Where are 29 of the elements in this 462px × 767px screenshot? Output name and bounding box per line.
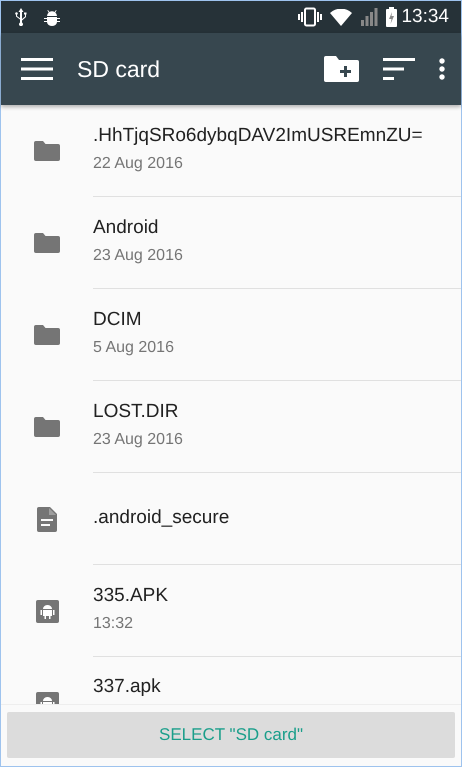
bug-icon: [43, 8, 61, 26]
file-date: 23 Aug 2016: [93, 430, 183, 450]
file-name[interactable]: DCIM: [93, 309, 142, 332]
sort-icon[interactable]: [383, 58, 415, 80]
folder-icon: [34, 325, 60, 345]
status-time: 13:34: [401, 4, 449, 29]
vibrate-icon: [298, 7, 322, 27]
usb-icon: [15, 8, 27, 26]
folder-icon: [34, 233, 60, 253]
toolbar-title: SD card: [77, 54, 160, 84]
file-name[interactable]: LOST.DIR: [93, 401, 179, 424]
folder-icon: [34, 417, 60, 437]
file-date: 13:32: [93, 614, 134, 634]
more-options-icon[interactable]: [439, 58, 445, 80]
file-name[interactable]: Android: [93, 217, 158, 240]
file-name[interactable]: .HhTjqSRo6dybqDAV2ImUSREmnZU=: [93, 125, 423, 148]
file-name[interactable]: .android_secure: [93, 507, 230, 530]
file-name[interactable]: 337.apk: [93, 676, 161, 699]
battery-icon: [386, 7, 398, 27]
file-date: 5 Aug 2016: [93, 338, 174, 358]
new-folder-icon[interactable]: [324, 56, 359, 82]
wifi-icon: [330, 8, 352, 26]
folder-icon: [34, 141, 60, 161]
file-name[interactable]: 335.APK: [93, 585, 168, 608]
menu-icon[interactable]: [21, 58, 53, 80]
document-icon: [37, 506, 57, 532]
file-date: 23 Aug 2016: [93, 246, 183, 266]
file-date: 22 Aug 2016: [93, 154, 183, 174]
signal-icon: [360, 8, 378, 26]
